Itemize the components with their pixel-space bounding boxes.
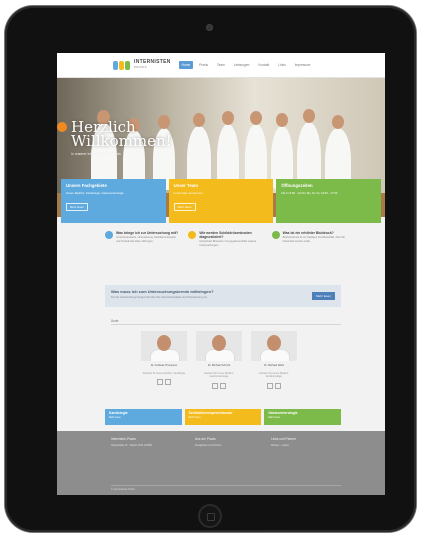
appointment-banner: Was muss ich zum Untersuchungstermin mit… xyxy=(105,285,341,307)
home-button[interactable] xyxy=(198,504,222,528)
logo-icon[interactable] xyxy=(113,60,130,70)
staff-head xyxy=(222,111,234,125)
staff-head xyxy=(193,113,205,127)
staff-head xyxy=(250,111,262,125)
feature-item[interactable]: Was bringe ich zur Untersuchung mit? Ver… xyxy=(105,231,178,247)
footer-column: Internisten-Praxis Hauptstraße 12 · Tele… xyxy=(111,437,152,447)
footer-column: Aus der Praxis Neuigkeiten und Termine xyxy=(195,437,222,447)
feature-item[interactable]: Wie werden Schilddrüsenknoten diagnostiz… xyxy=(188,231,261,247)
flower-decoration xyxy=(57,122,67,132)
social-icons[interactable] xyxy=(196,382,242,389)
logo-text[interactable]: INTERNISTEN PRAXIS xyxy=(134,60,171,70)
menu-item-team[interactable]: Team xyxy=(214,61,228,69)
hero-title: Herzlich Willkommen! xyxy=(71,118,172,150)
divider xyxy=(111,324,341,325)
specialty-schilddruese[interactable]: Schilddrüsensprechstunde Mehr lesen xyxy=(184,409,262,425)
social-icons[interactable] xyxy=(141,379,187,386)
info-boxes: Unsere Fachgebiete Innere Medizin, Kardi… xyxy=(61,179,382,223)
specialty-gastroenterologie[interactable]: Gastroenterologie Mehr lesen xyxy=(264,409,342,425)
website-screen: INTERNISTEN PRAXIS Home Praxis Team Leis… xyxy=(57,53,385,495)
menu-item-leistungen[interactable]: Leistungen xyxy=(231,61,253,69)
specialty-row: Kardiologie Mehr lesen Schilddrüsensprec… xyxy=(105,409,342,425)
main-menu: Home Praxis Team Leistungen Kontakt Link… xyxy=(178,61,314,69)
box-read-more-button[interactable]: Mehr lesen xyxy=(66,203,88,211)
question-icon xyxy=(105,231,113,239)
top-navigation: INTERNISTEN PRAXIS Home Praxis Team Leis… xyxy=(57,53,385,78)
copyright-text: © Internistische Praxis xyxy=(111,488,135,491)
divider xyxy=(111,484,341,485)
doctor-card[interactable]: Dr. Michael Weiß Facharzt für Innere Med… xyxy=(251,331,297,389)
specialty-kardiologie[interactable]: Kardiologie Mehr lesen xyxy=(105,409,182,425)
banner-button[interactable]: Mehr lesen xyxy=(312,292,335,300)
feature-list: Was bringe ich zur Untersuchung mit? Ver… xyxy=(105,231,345,247)
footer: Internisten-Praxis Hauptstraße 12 · Tele… xyxy=(57,431,385,495)
doctor-photo xyxy=(196,331,242,361)
menu-item-home[interactable]: Home xyxy=(178,61,194,69)
staff-head xyxy=(303,109,315,123)
feature-item[interactable]: Was ist ein erhöhter Blutdruck? Bluthoch… xyxy=(271,231,345,247)
menu-item-links[interactable]: Links xyxy=(275,61,288,69)
menu-item-impressum[interactable]: Impressum xyxy=(292,61,314,69)
box-read-more-button[interactable]: Mehr lesen xyxy=(173,203,196,211)
doctor-photo xyxy=(141,331,187,361)
team-heading: Ärzte xyxy=(111,319,119,323)
question-icon xyxy=(271,231,280,239)
doctor-photo xyxy=(251,331,297,361)
doctor-card[interactable]: Dr. Andreas Thompson Facharzt für Innere… xyxy=(141,331,187,386)
staff-head xyxy=(276,113,288,127)
staff-head xyxy=(332,115,344,129)
social-icons[interactable] xyxy=(251,382,297,389)
footer-column: Links und Partner Kliniken · Labore xyxy=(271,437,296,447)
box-fachgebiete[interactable]: Unsere Fachgebiete Innere Medizin, Kardi… xyxy=(61,179,166,223)
question-icon xyxy=(188,231,197,239)
doctor-card[interactable]: Dr. Michael Schmitt Facharzt für Innere … xyxy=(196,331,242,389)
menu-item-praxis[interactable]: Praxis xyxy=(196,61,211,69)
box-team[interactable]: Unser Team Lernen Sie uns kennen Mehr le… xyxy=(168,179,274,223)
box-oeffnungszeiten[interactable]: Öffnungszeiten Mo-Fr 8:00 - 12:00 | Mo, … xyxy=(276,179,382,223)
menu-item-kontakt[interactable]: Kontakt xyxy=(255,61,272,69)
camera-icon xyxy=(206,24,213,31)
hero-subtitle: in unserer Internistischen Praxis xyxy=(71,152,121,156)
